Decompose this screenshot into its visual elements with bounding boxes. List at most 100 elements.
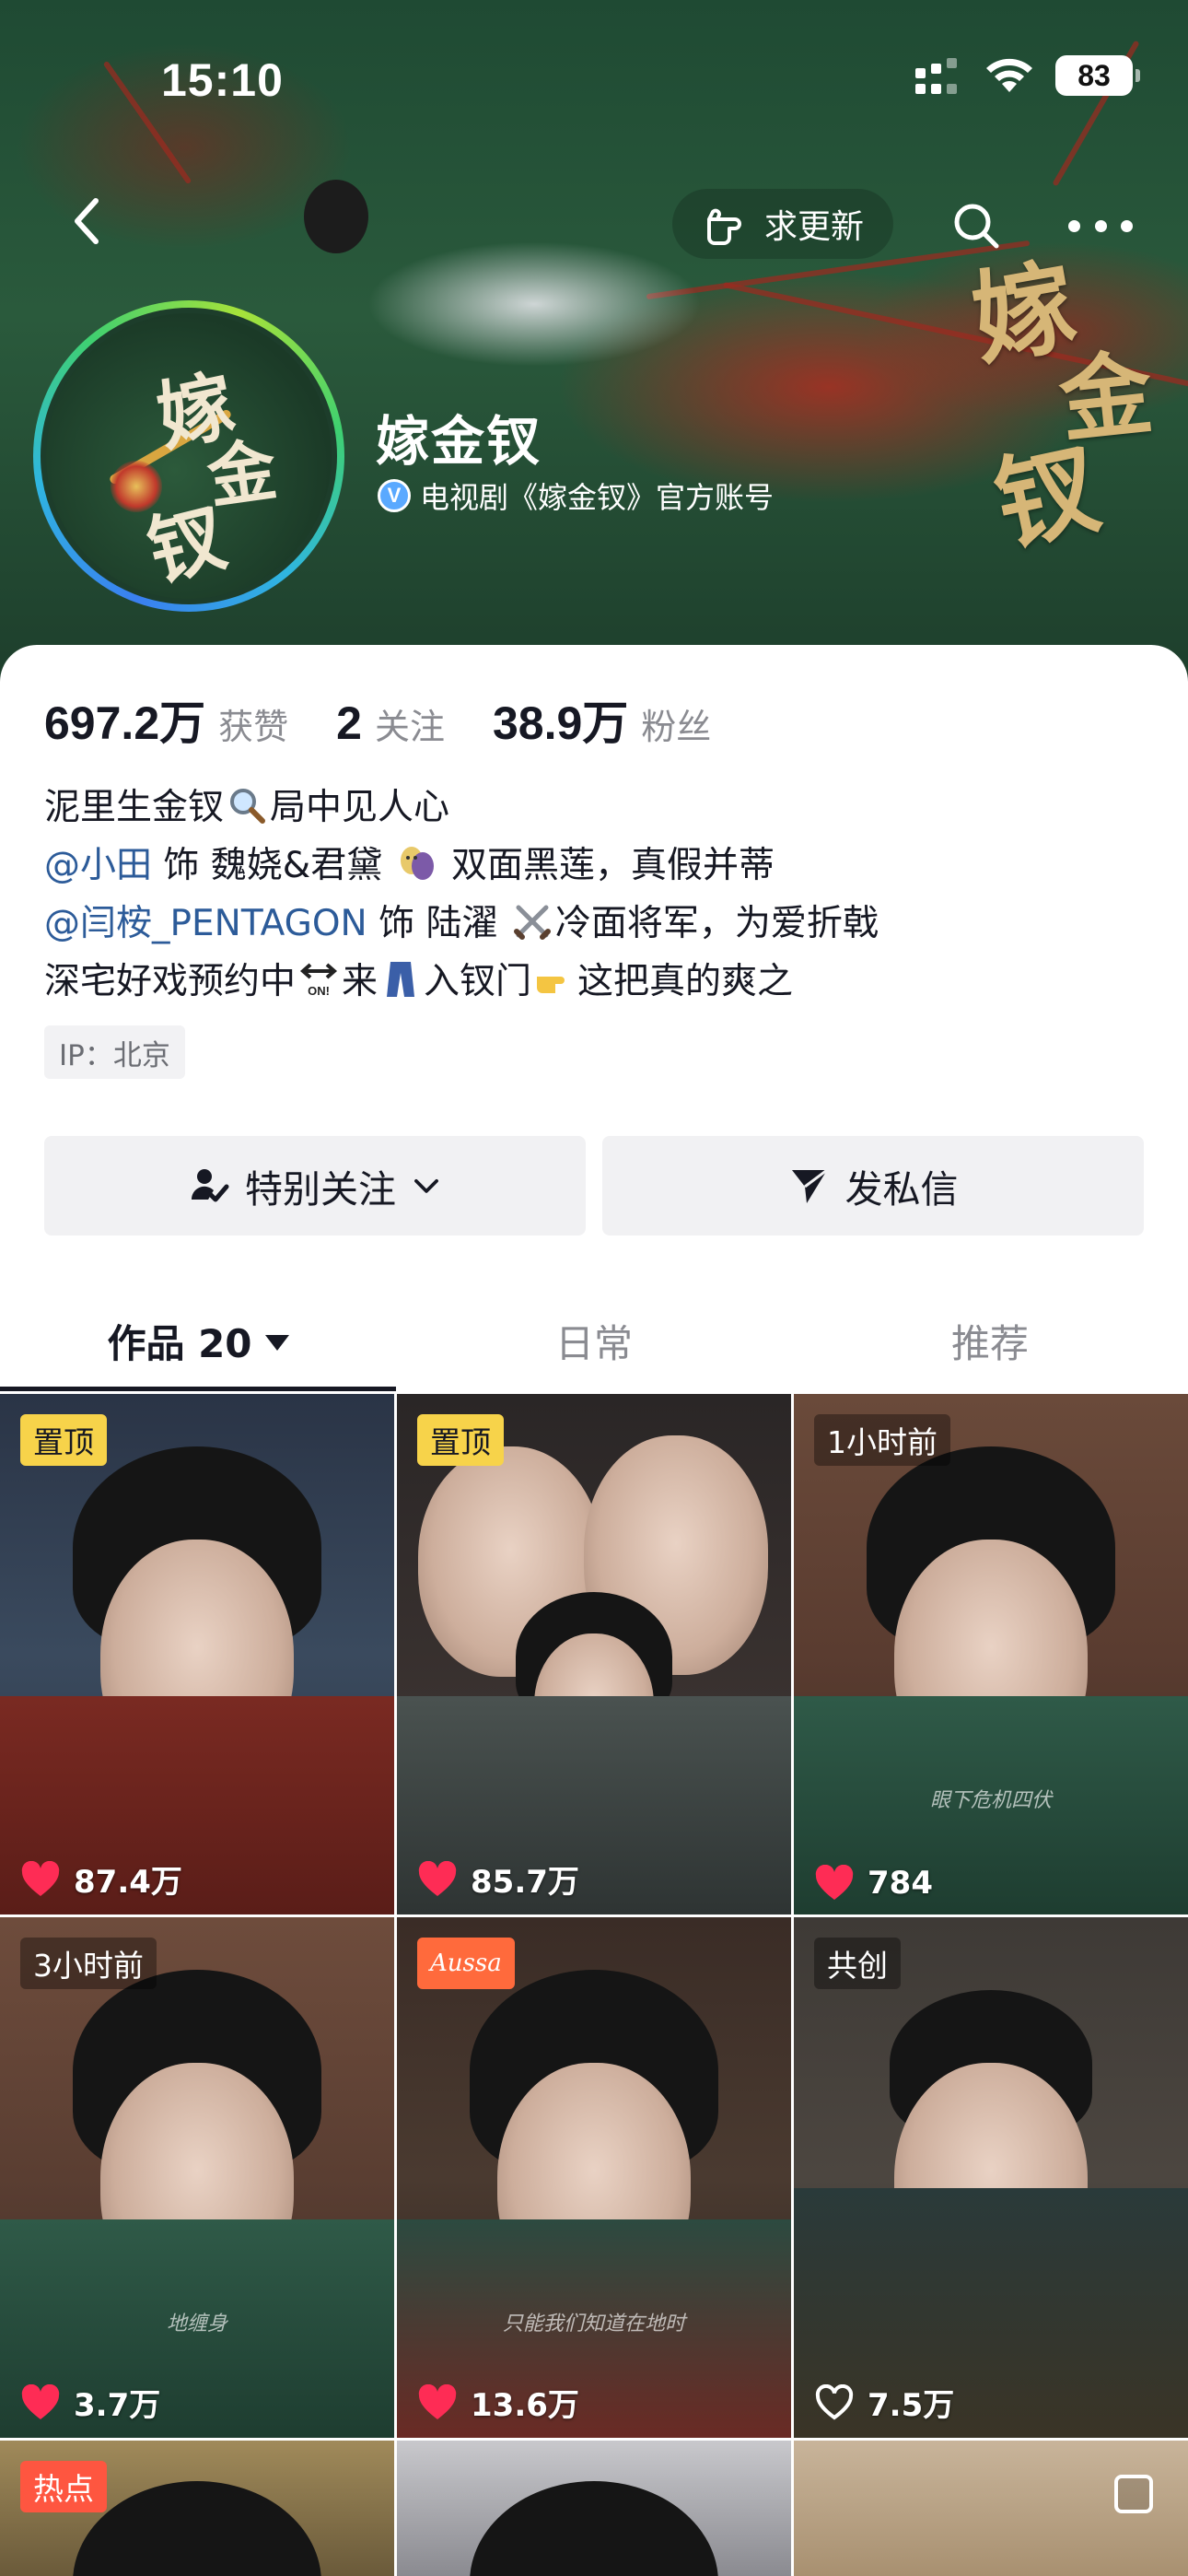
send-message-button[interactable]: 发私信 xyxy=(602,1136,1144,1235)
bio-line: @闫桉_PENTAGON 饰 陆濯 冷面将军，为爱折戟 xyxy=(44,895,879,953)
banner-figure-head xyxy=(304,180,368,253)
brand-badge: Aussa xyxy=(417,1938,515,1989)
time-badge: 1小时前 xyxy=(814,1414,950,1466)
tab-recommended-label: 推荐 xyxy=(950,1320,1029,1366)
on-arrow-icon: ON! xyxy=(299,963,338,998)
bio-text: 饰 魏娆&君黛 xyxy=(152,845,394,886)
verified-badge-icon: V xyxy=(378,479,411,512)
multi-select-icon[interactable] xyxy=(1114,2475,1153,2513)
more-icon[interactable] xyxy=(1068,207,1133,244)
like-count-text: 13.6万 xyxy=(471,2387,579,2424)
video-caption: 眼下危机四伏 xyxy=(929,1789,1052,1812)
bio-text: 饰 陆濯 xyxy=(367,903,509,944)
tab-works[interactable]: 作品 20 xyxy=(0,1290,396,1391)
status-icons: 83 xyxy=(915,55,1140,96)
heart-icon xyxy=(21,2383,60,2419)
wifi-icon xyxy=(986,58,1032,92)
special-follow-label: 特别关注 xyxy=(245,1167,396,1212)
like-count: 7.5万 xyxy=(814,2380,954,2425)
likes-count: 697.2万 xyxy=(44,697,206,749)
tab-works-label: 作品 20 xyxy=(107,1320,252,1366)
search-icon[interactable] xyxy=(949,198,1004,253)
thumb-hair xyxy=(470,2481,718,2576)
like-count: 87.4万 xyxy=(20,1856,182,1902)
video-caption: 只能我们知道在地时 xyxy=(502,2313,685,2336)
crossed-swords-icon xyxy=(513,905,551,940)
user-check-icon xyxy=(191,1169,229,1202)
hot-badge: 热点 xyxy=(20,2461,107,2512)
paper-plane-icon xyxy=(791,1168,828,1203)
send-message-label: 发私信 xyxy=(844,1167,959,1212)
avatar-image: 嫁 金 钗 xyxy=(41,308,337,604)
pinned-badge: 置顶 xyxy=(417,1414,504,1466)
video-tile[interactable]: 置顶 87.4万 xyxy=(0,1394,394,1914)
ip-location-tag: IP：北京 xyxy=(44,1025,185,1079)
content-tabs: 作品 20 日常 推荐 xyxy=(0,1290,1188,1391)
time-badge: 3小时前 xyxy=(20,1938,157,1989)
thumb-hair xyxy=(73,2481,321,2576)
pinned-badge: 置顶 xyxy=(20,1414,107,1466)
profile-stats: 697.2万 获赞 2 关注 38.9万 粉丝 xyxy=(44,686,759,753)
bio-text: 双面黑莲，真假并蒂 xyxy=(439,845,775,886)
hand-pointing-icon xyxy=(706,208,741,245)
cocreate-badge: 共创 xyxy=(814,1938,901,1989)
video-caption: 地缠身 xyxy=(166,2313,227,2336)
request-update-button[interactable]: 求更新 xyxy=(672,189,893,259)
bio-line: 深宅好戏预约中 ON! 来 入钗门 这把真的爽之 xyxy=(44,953,879,1011)
tab-recommended[interactable]: 推荐 xyxy=(792,1290,1188,1391)
video-tile[interactable] xyxy=(397,2441,791,2576)
like-count-text: 87.4万 xyxy=(74,1864,182,1901)
bio-text: 深宅好戏预约中 xyxy=(44,961,297,1002)
svg-text:ON!: ON! xyxy=(308,984,330,998)
tab-daily[interactable]: 日常 xyxy=(396,1290,792,1391)
special-follow-button[interactable]: 特别关注 xyxy=(44,1136,586,1235)
jeans-icon xyxy=(387,962,415,997)
bio-line: 泥里生金钗 局中见人心 xyxy=(44,779,879,837)
video-tile[interactable]: 地缠身 3小时前 3.7万 xyxy=(0,1917,394,2438)
bio-text: 入钗门 xyxy=(424,961,532,1002)
avatar[interactable]: 嫁 金 钗 xyxy=(33,300,344,612)
heart-icon xyxy=(21,1860,60,1896)
like-count: 85.7万 xyxy=(417,1856,579,1902)
like-count-text: 784 xyxy=(868,1865,933,1902)
caret-down-icon xyxy=(264,1334,289,1351)
video-tile[interactable]: 只能我们知道在地时 Aussa 13.6万 xyxy=(397,1917,791,2438)
cellular-signal-icon xyxy=(915,57,963,94)
profile-bio: 泥里生金钗 局中见人心 @小田 饰 魏娆&君黛 双面黑莲，真假并蒂 @闫桉_PEN… xyxy=(44,779,879,1011)
verification-text: 电视剧《嫁金钗》官方账号 xyxy=(420,480,775,515)
bio-text: 冷面将军，为爱折戟 xyxy=(554,903,879,944)
like-count-text: 7.5万 xyxy=(868,2387,955,2424)
video-tile[interactable]: 眼下危机四伏 1小时前 784 xyxy=(794,1394,1188,1914)
video-tile[interactable]: 置顶 85.7万 xyxy=(397,1394,791,1914)
back-icon[interactable] xyxy=(64,193,111,249)
heart-icon xyxy=(815,1865,854,1900)
likes-label: 获赞 xyxy=(218,707,289,747)
video-tile[interactable]: 共创 7.5万 xyxy=(794,1917,1188,2438)
bio-text: 局中见人心 xyxy=(270,787,450,828)
like-count: 784 xyxy=(814,1865,933,1902)
heart-icon xyxy=(418,1860,457,1896)
following-label[interactable]: 关注 xyxy=(375,698,445,749)
mention-link[interactable]: @小田 xyxy=(44,845,152,886)
profile-name: 嫁金钗 xyxy=(376,410,542,473)
mention-link[interactable]: @闫桉_PENTAGON xyxy=(44,903,367,944)
pointing-hand-icon xyxy=(537,977,565,993)
verification-line: V 电视剧《嫁金钗》官方账号 xyxy=(378,474,774,517)
like-count: 13.6万 xyxy=(417,2380,579,2425)
heart-icon xyxy=(418,2383,457,2419)
bio-text: 来 xyxy=(342,961,379,1002)
like-count-text: 85.7万 xyxy=(471,1864,579,1901)
bio-line: @小田 饰 魏娆&君黛 双面黑莲，真假并蒂 xyxy=(44,837,879,895)
request-update-label: 求更新 xyxy=(763,208,864,246)
tab-daily-label: 日常 xyxy=(554,1320,633,1366)
following-count[interactable]: 2 xyxy=(336,697,362,750)
magnifier-icon xyxy=(230,789,266,824)
video-tile[interactable]: 热点 xyxy=(0,2441,394,2576)
followers-count[interactable]: 38.9万 xyxy=(493,686,628,753)
heart-outline-icon xyxy=(815,2383,854,2419)
chevron-down-icon xyxy=(414,1178,438,1193)
battery-icon: 83 xyxy=(1055,55,1140,96)
followers-label[interactable]: 粉丝 xyxy=(641,698,711,749)
bio-text: 泥里生金钗 xyxy=(44,787,225,828)
bio-text: 这把真的爽之 xyxy=(577,961,794,1002)
